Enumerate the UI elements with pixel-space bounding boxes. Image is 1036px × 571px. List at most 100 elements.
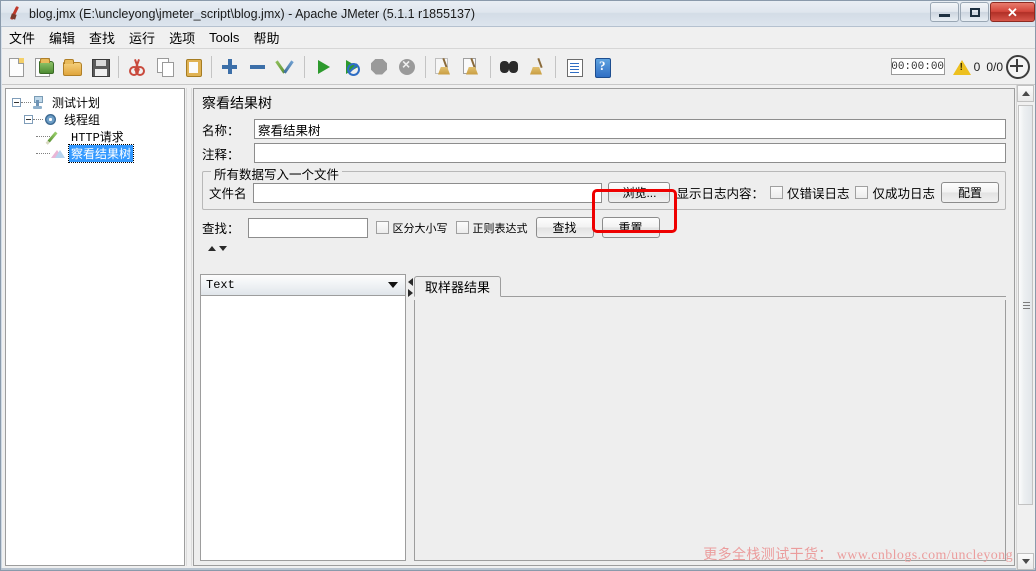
save-button[interactable]: [87, 54, 113, 80]
regex-checkbox-wrap[interactable]: 正则表达式: [455, 220, 528, 236]
stop-button[interactable]: [366, 54, 392, 80]
clear-all-button[interactable]: [459, 54, 485, 80]
errors-only-checkbox-wrap[interactable]: 仅错误日志: [769, 183, 850, 202]
case-sensitive-checkbox[interactable]: [375, 221, 389, 234]
splitter-up-arrow-icon[interactable]: [208, 246, 216, 251]
regex-label: 正则表达式: [472, 222, 528, 235]
errors-only-checkbox[interactable]: [769, 186, 783, 199]
templates-button[interactable]: [31, 54, 57, 80]
splitter-down-arrow-icon[interactable]: [219, 246, 227, 251]
scroll-down-arrow-icon: [1021, 559, 1030, 564]
success-only-label: 仅成功日志: [872, 187, 935, 201]
minimize-button[interactable]: [930, 2, 959, 22]
filename-label: 文件名: [209, 187, 247, 201]
caption-buttons: ✕: [930, 2, 1035, 22]
menu-options[interactable]: 选项: [162, 26, 202, 49]
tree-label: 测试计划: [52, 96, 101, 110]
menu-run[interactable]: 运行: [122, 26, 162, 49]
expand-collapse-icon[interactable]: [1006, 54, 1030, 79]
renderer-combo[interactable]: Text: [201, 275, 405, 296]
view-results-tree-panel: 察看结果树 名称： 察看结果树 注释： 所有数据写入一个文件 文件名 浏览...…: [193, 88, 1015, 566]
menu-file[interactable]: 文件: [2, 26, 42, 49]
menu-search[interactable]: 查找: [82, 26, 122, 49]
success-only-checkbox[interactable]: [855, 186, 869, 199]
templates-icon: [33, 56, 55, 78]
splitter-right-arrow-icon[interactable]: [407, 289, 413, 297]
main-vertical-scrollbar[interactable]: [1016, 85, 1034, 570]
name-label: 名称：: [202, 123, 240, 138]
menu-help[interactable]: 帮助: [246, 26, 286, 49]
splitter-left-arrow-icon[interactable]: [407, 278, 413, 286]
clear-button[interactable]: [431, 54, 457, 80]
toolbar-separator: [555, 55, 556, 78]
toolbar: 00:00:00 0 0/0: [2, 49, 1035, 85]
menu-edit[interactable]: 编辑: [42, 26, 82, 49]
jmeter-feather-icon: [7, 5, 25, 23]
toolbar-separator: [304, 55, 305, 78]
main-area: 测试计划 线程组 HTTP请求 察看结果树 察看结果树 名称： 察看结果树 注释…: [2, 85, 1035, 570]
horizontal-splitter[interactable]: [200, 244, 1008, 253]
toolbar-separator: [490, 55, 491, 78]
close-button[interactable]: ✕: [990, 2, 1035, 22]
paste-button[interactable]: [180, 54, 206, 80]
start-no-pauses-button[interactable]: [338, 54, 364, 80]
errors-only-label: 仅错误日志: [786, 187, 850, 201]
regex-checkbox[interactable]: [455, 221, 469, 234]
tree-content-splitter[interactable]: [186, 88, 192, 566]
write-all-data-group-title: 所有数据写入一个文件: [211, 164, 343, 183]
copy-button[interactable]: [152, 54, 178, 80]
expand-button[interactable]: [217, 54, 243, 80]
success-only-checkbox-wrap[interactable]: 仅成功日志: [855, 183, 935, 202]
scrollbar-thumb[interactable]: [1018, 105, 1033, 505]
case-sensitive-checkbox-wrap[interactable]: 区分大小写: [375, 220, 448, 236]
tree-node-test-plan[interactable]: 测试计划: [6, 94, 184, 111]
search-row: 查找： 区分大小写 正则表达式 查找 重置: [202, 217, 1006, 241]
new-button[interactable]: [3, 54, 29, 80]
warning-triangle-icon[interactable]: [952, 59, 971, 75]
sampler-result-body[interactable]: [414, 300, 1006, 561]
function-helper-button[interactable]: [561, 54, 587, 80]
copy-icon: [154, 56, 176, 78]
tree-expand-toggle-icon[interactable]: [24, 115, 33, 124]
results-tree-list[interactable]: [201, 296, 405, 560]
help-button[interactable]: [589, 54, 615, 80]
open-button[interactable]: [59, 54, 85, 80]
search-button[interactable]: [496, 54, 522, 80]
reset-button[interactable]: 重置: [601, 217, 660, 238]
browse-button[interactable]: 浏览...: [608, 182, 671, 203]
tree-expand-toggle-icon[interactable]: [12, 98, 21, 107]
chevron-down-icon: [388, 282, 398, 288]
tree-node-thread-group[interactable]: 线程组: [6, 111, 184, 128]
menu-tools[interactable]: Tools: [202, 28, 246, 47]
toggle-button[interactable]: [273, 54, 299, 80]
restore-button[interactable]: [960, 2, 989, 22]
page-title: 察看结果树: [202, 95, 272, 111]
scroll-up-button[interactable]: [1017, 85, 1034, 102]
shutdown-button[interactable]: [394, 54, 420, 80]
results-splitter[interactable]: [406, 274, 414, 561]
configure-button[interactable]: 配置: [941, 182, 999, 203]
clipboard-icon: [182, 56, 204, 78]
scrollbar-grip-icon: [1023, 302, 1030, 309]
reset-search-button[interactable]: [524, 54, 550, 80]
tree-node-view-results-tree[interactable]: 察看结果树: [6, 144, 184, 163]
find-button[interactable]: 查找: [535, 217, 594, 238]
search-label: 查找：: [202, 222, 240, 236]
tab-sampler-result[interactable]: 取样器结果: [414, 276, 502, 297]
collapse-button[interactable]: [245, 54, 271, 80]
test-plan-icon: [31, 95, 47, 111]
comment-input[interactable]: [254, 143, 1006, 163]
name-input[interactable]: 察看结果树: [254, 119, 1006, 139]
close-icon: ✕: [1007, 4, 1018, 20]
start-button[interactable]: [310, 54, 336, 80]
test-plan-tree[interactable]: 测试计划 线程组 HTTP请求 察看结果树: [5, 88, 185, 566]
cut-button[interactable]: [124, 54, 150, 80]
comment-label: 注释：: [202, 147, 240, 162]
plus-icon: [219, 56, 241, 78]
search-input[interactable]: [247, 217, 368, 238]
open-folder-icon: [61, 56, 83, 78]
tree-node-http-request[interactable]: HTTP请求: [6, 128, 184, 145]
log-display-label: 显示日志内容：: [676, 187, 764, 201]
scroll-down-button[interactable]: [1017, 553, 1034, 570]
filename-input[interactable]: [252, 182, 603, 203]
